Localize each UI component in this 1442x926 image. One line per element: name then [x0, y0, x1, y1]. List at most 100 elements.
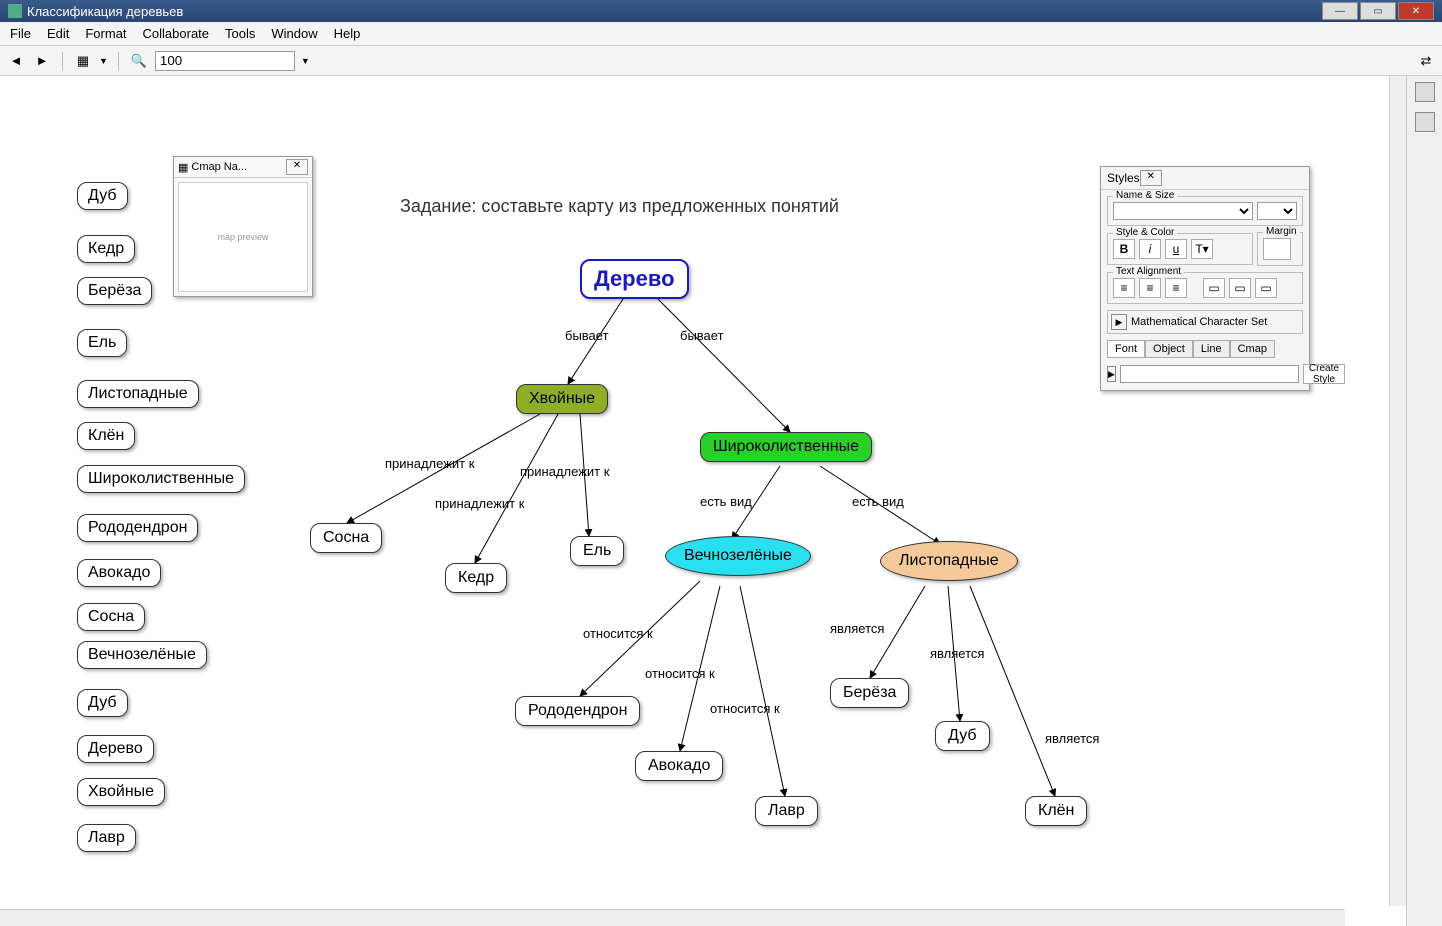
- canvas[interactable]: Дуб Кедр Берёза Ель Листопадные Клён Шир…: [0, 76, 1345, 906]
- node-dub[interactable]: Дуб: [935, 721, 990, 751]
- link-yav1: является: [830, 621, 884, 636]
- tab-cmap[interactable]: Cmap: [1230, 340, 1275, 358]
- content-area: Дуб Кедр Берёза Ель Листопадные Клён Шир…: [0, 76, 1442, 926]
- menu-format[interactable]: Format: [79, 24, 132, 43]
- style-play-button[interactable]: ▶: [1107, 366, 1116, 382]
- node-avokado[interactable]: Авокадо: [635, 751, 723, 781]
- node-klen[interactable]: Клён: [1025, 796, 1087, 826]
- menu-bar: File Edit Format Collaborate Tools Windo…: [0, 22, 1442, 46]
- style-name-input[interactable]: [1120, 365, 1299, 383]
- menu-file[interactable]: File: [4, 24, 37, 43]
- link-yav3: является: [1045, 731, 1099, 746]
- menu-tools[interactable]: Tools: [219, 24, 261, 43]
- node-bereza[interactable]: Берёза: [830, 678, 909, 708]
- link-yav2: является: [930, 646, 984, 661]
- link-byvaet1: бывает: [565, 328, 609, 343]
- sidebar-item-bereza[interactable]: Берёза: [77, 277, 152, 305]
- sidebar-item-listopadnye[interactable]: Листопадные: [77, 380, 199, 408]
- valign-bottom-button[interactable]: ▭: [1255, 278, 1277, 298]
- toolbar-right-icon[interactable]: ⇄: [1416, 51, 1436, 71]
- vertical-scrollbar[interactable]: [1389, 76, 1406, 906]
- node-listopad[interactable]: Листопадные: [880, 541, 1018, 581]
- styles-margin: Margin: [1257, 232, 1303, 266]
- sidebar-item-klen[interactable]: Клён: [77, 422, 135, 450]
- link-prinad1: принадлежит к: [385, 456, 474, 471]
- navigator-close-button[interactable]: ✕: [286, 159, 308, 175]
- styles-title-bar[interactable]: Styles ✕: [1101, 167, 1309, 190]
- sidebar-item-sosna[interactable]: Сосна: [77, 603, 145, 631]
- styles-title: Styles: [1107, 171, 1140, 185]
- math-label: Mathematical Character Set: [1131, 316, 1267, 328]
- sidebar-item-avokado[interactable]: Авокадо: [77, 559, 161, 587]
- align-center-button[interactable]: ≡: [1139, 278, 1161, 298]
- sidebar-item-vechno[interactable]: Вечнозелёные: [77, 641, 207, 669]
- sidebar-item-lavr[interactable]: Лавр: [77, 824, 136, 852]
- node-sosna[interactable]: Сосна: [310, 523, 382, 553]
- forward-button[interactable]: ►: [32, 51, 52, 71]
- align-left-button[interactable]: ≡: [1113, 278, 1135, 298]
- horizontal-scrollbar[interactable]: [0, 909, 1345, 926]
- rail-icon-2[interactable]: [1415, 112, 1435, 132]
- create-style-button[interactable]: Create Style: [1303, 364, 1345, 384]
- font-size-select[interactable]: [1257, 202, 1297, 220]
- styles-panel[interactable]: Styles ✕ Name & Size Style & Colo: [1100, 166, 1310, 391]
- underline-button[interactable]: u: [1165, 239, 1187, 259]
- zoom-input[interactable]: [155, 51, 295, 71]
- link-estvid2: есть вид: [852, 494, 904, 509]
- navigator-panel[interactable]: ▦ Cmap Na... ✕ map preview: [173, 156, 313, 297]
- sidebar-item-kedr[interactable]: Кедр: [77, 235, 135, 263]
- math-expand-button[interactable]: ▶: [1111, 314, 1127, 330]
- italic-button[interactable]: i: [1139, 239, 1161, 259]
- tab-object[interactable]: Object: [1145, 340, 1193, 358]
- link-byvaet2: бывает: [680, 328, 724, 343]
- node-rododendron[interactable]: Рододендрон: [515, 696, 640, 726]
- sidebar-item-rododendron[interactable]: Рододендрон: [77, 514, 198, 542]
- node-vechno[interactable]: Вечнозелёные: [665, 536, 811, 576]
- node-khvoynye[interactable]: Хвойные: [516, 384, 608, 414]
- margin-button[interactable]: [1263, 238, 1291, 260]
- node-kedr[interactable]: Кедр: [445, 563, 507, 593]
- node-root[interactable]: Дерево: [580, 259, 689, 299]
- overview-button[interactable]: ▦: [73, 51, 93, 71]
- node-el[interactable]: Ель: [570, 536, 624, 566]
- menu-window[interactable]: Window: [265, 24, 323, 43]
- menu-collaborate[interactable]: Collaborate: [137, 24, 216, 43]
- title-bar: Классификация деревьев — ▭ ✕: [0, 0, 1442, 22]
- font-color-button[interactable]: T▾: [1191, 239, 1213, 259]
- styles-close-button[interactable]: ✕: [1140, 170, 1162, 186]
- styles-tabs: Font Object Line Cmap: [1107, 340, 1303, 358]
- valign-top-button[interactable]: ▭: [1203, 278, 1225, 298]
- navigator-preview[interactable]: map preview: [178, 182, 308, 292]
- sidebar-item-shiroko[interactable]: Широколиственные: [77, 465, 245, 493]
- styles-style-color: Style & Color B i u T▾: [1107, 233, 1253, 265]
- node-lavr[interactable]: Лавр: [755, 796, 818, 826]
- menu-help[interactable]: Help: [328, 24, 367, 43]
- app-icon: [8, 4, 22, 18]
- link-otnos1: относится к: [583, 626, 653, 641]
- valign-middle-button[interactable]: ▭: [1229, 278, 1251, 298]
- styles-text-align: Text Alignment ≡ ≡ ≡ ▭ ▭ ▭: [1107, 272, 1303, 304]
- node-shiroko[interactable]: Широколиственные: [700, 432, 872, 462]
- minimize-button[interactable]: —: [1322, 2, 1358, 20]
- align-right-button[interactable]: ≡: [1165, 278, 1187, 298]
- tab-line[interactable]: Line: [1193, 340, 1230, 358]
- link-prinad3: принадлежит к: [520, 464, 609, 479]
- menu-edit[interactable]: Edit: [41, 24, 75, 43]
- bold-button[interactable]: B: [1113, 239, 1135, 259]
- sidebar-item-dub1[interactable]: Дуб: [77, 182, 128, 210]
- zoom-icon[interactable]: 🔍: [129, 51, 149, 71]
- link-otnos2: относится к: [645, 666, 715, 681]
- tab-font[interactable]: Font: [1107, 340, 1145, 358]
- rail-icon-1[interactable]: [1415, 82, 1435, 102]
- back-button[interactable]: ◄: [6, 51, 26, 71]
- sidebar-item-dub2[interactable]: Дуб: [77, 689, 128, 717]
- nav-icon: ▦: [178, 161, 188, 174]
- link-otnos3: относится к: [710, 701, 780, 716]
- maximize-button[interactable]: ▭: [1360, 2, 1396, 20]
- close-button[interactable]: ✕: [1398, 2, 1434, 20]
- sidebar-item-derevo[interactable]: Дерево: [77, 735, 154, 763]
- sidebar-item-el[interactable]: Ель: [77, 329, 127, 357]
- font-name-select[interactable]: [1113, 202, 1253, 220]
- navigator-title-bar[interactable]: ▦ Cmap Na... ✕: [174, 157, 312, 178]
- sidebar-item-khvoynye[interactable]: Хвойные: [77, 778, 165, 806]
